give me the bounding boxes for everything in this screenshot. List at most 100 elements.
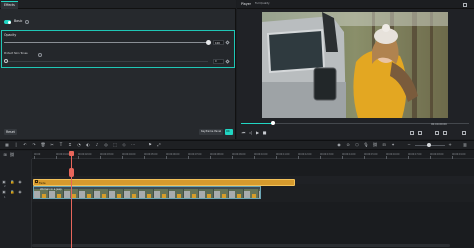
clip-thumbnail [244, 189, 259, 198]
clip-thumbnail [259, 189, 260, 198]
eye-icon[interactable]: ◉ [18, 180, 22, 184]
crop-icon[interactable]: ⌗ [67, 142, 73, 148]
ruler-tick-label: 00:00:06:00 [166, 153, 180, 156]
ruler-tick-label: 00:00:04:00 [122, 153, 136, 156]
stabilize-icon[interactable]: ◎ [103, 142, 109, 148]
link-icon[interactable]: ⛓ [372, 142, 378, 148]
protect-skin-tones-slider[interactable] [8, 61, 208, 62]
timeline-tracks [32, 159, 474, 248]
tab-player[interactable]: Player [241, 2, 251, 6]
track-number-1: 1 [4, 196, 6, 199]
opacity-slider-knob[interactable] [206, 40, 211, 45]
redo-icon[interactable]: ↷ [31, 142, 37, 148]
property-panel [0, 0, 236, 139]
mic-icon[interactable]: 🎙 [363, 142, 369, 148]
play-icon[interactable]: ▶ [255, 130, 260, 135]
eye-icon[interactable]: ◉ [18, 190, 22, 194]
add-track-icon[interactable]: ⊞ [2, 152, 8, 158]
audio-icon[interactable]: ♪ [94, 142, 100, 148]
playhead-line [71, 152, 72, 248]
zoom-in-icon[interactable]: + [447, 142, 453, 148]
lock-icon[interactable]: 🔒 [10, 180, 14, 184]
cut-icon[interactable]: ✂ [49, 142, 55, 148]
screenshot-icon[interactable] [418, 131, 422, 135]
basic-label: Basic [14, 19, 23, 24]
render-icon[interactable]: ◉ [336, 142, 342, 148]
clip-thumbnail [139, 189, 154, 198]
effect-clip[interactable] [33, 179, 295, 186]
grid-icon[interactable]: ▦ [4, 142, 10, 148]
clip-thumbnail [184, 189, 199, 198]
settings-icon[interactable] [443, 131, 447, 135]
zoom-slider-knob[interactable] [427, 143, 431, 147]
delete-icon[interactable]: 🗑 [40, 142, 46, 148]
ruler-tick-label: 00:00:11:00 [276, 153, 290, 156]
ruler-tick-label: 00:00:03:00 [100, 153, 114, 156]
ruler-tick-label: 00:00:14:00 [342, 153, 356, 156]
ruler-tick-label: 00:00:17:00 [408, 153, 422, 156]
lock-icon[interactable]: 🔒 [10, 190, 14, 194]
text-icon[interactable]: T [58, 142, 64, 148]
opacity-slider[interactable] [4, 42, 209, 43]
clip-thumbnail [154, 189, 169, 198]
clip-thumbnail [109, 189, 124, 198]
clip-thumbnail [124, 189, 139, 198]
link-tracks-icon[interactable]: ⛓ [9, 152, 15, 158]
timeline-scrollbar[interactable] [32, 244, 450, 247]
clip-thumbnail [199, 189, 214, 198]
fullscreen-icon[interactable] [410, 131, 414, 135]
tab-effects[interactable]: Effects [1, 1, 18, 9]
playback-scrubber[interactable] [271, 121, 275, 125]
preview-scene [262, 12, 448, 118]
ruler-tick-label: 00:00:02:00 [78, 153, 92, 156]
playhead-marker[interactable] [69, 168, 74, 177]
reset-button[interactable]: Reset [4, 129, 17, 135]
video-track-icon: ▣ [2, 190, 6, 194]
snap-icon[interactable]: ⊙ [345, 142, 351, 148]
expand-icon[interactable] [462, 131, 466, 135]
playhead-handle[interactable] [69, 151, 74, 156]
opacity-label: Opacity [4, 33, 17, 37]
volume-icon[interactable] [435, 131, 439, 135]
skin-value-field[interactable]: 0 [213, 59, 224, 64]
expand-arrows-icon[interactable]: ⤢ [156, 142, 162, 148]
video-track-icon: ▣ [2, 180, 6, 184]
video-preview [262, 12, 448, 118]
ai-icon[interactable]: ✦ [390, 142, 396, 148]
snapshot-icon[interactable] [463, 3, 467, 7]
effect-clip-label: Fade [39, 181, 46, 185]
basic-toggle[interactable] [4, 20, 11, 24]
speed-icon[interactable]: ◔ [76, 142, 82, 148]
help-icon[interactable] [38, 53, 42, 57]
video-clip[interactable] [33, 186, 261, 199]
ruler-tick-label: 00:00:15:00 [364, 153, 378, 156]
split-icon[interactable]: ⊟ [381, 142, 387, 148]
zoom-out-icon[interactable]: − [406, 142, 412, 148]
divider: | [15, 142, 17, 147]
keyframe-panel-button[interactable]: Keyframe Panel [199, 129, 224, 135]
ruler-tick-label: 00:00:18:00 [430, 153, 444, 156]
step-back-icon[interactable]: ◁ [248, 130, 253, 135]
more-icon[interactable]: ⋯ [130, 142, 136, 148]
timecode-display: 00:00:00:00 [431, 123, 447, 126]
shield-icon[interactable]: ⬡ [354, 142, 360, 148]
opacity-value-field[interactable]: 100 [213, 40, 224, 45]
keyframe-icon[interactable]: ◇ [121, 142, 127, 148]
info-icon[interactable] [25, 20, 30, 24]
prev-frame-icon[interactable]: ⏮ [241, 130, 246, 135]
ruler-tick-label: 00:00:07:00 [188, 153, 202, 156]
ruler-tick-label: 00:00:10:00 [254, 153, 268, 156]
video-thumbnails [34, 189, 260, 198]
undo-icon[interactable]: ↶ [22, 142, 28, 148]
ok-button[interactable]: OK [225, 129, 233, 135]
mask-icon[interactable]: ⬚ [112, 142, 118, 148]
layout-icon[interactable]: ▥ [462, 142, 468, 148]
effect-icon [35, 180, 38, 183]
clip-thumbnail [79, 189, 94, 198]
stop-icon[interactable]: ■ [262, 130, 267, 135]
color-icon[interactable]: ◐ [85, 142, 91, 148]
ruler-tick-label: 00:00:05:00 [144, 153, 158, 156]
quality-dropdown[interactable]: Full Quality [255, 2, 270, 6]
ruler-tick-label: 00:00 [34, 153, 41, 156]
marker-icon[interactable]: ⚑ [147, 142, 153, 148]
